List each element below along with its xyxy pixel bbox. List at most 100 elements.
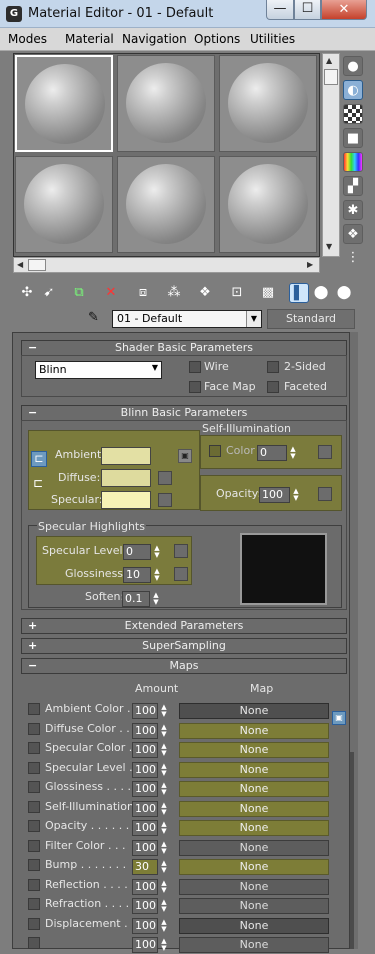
- map-enable-checkbox[interactable]: [28, 898, 40, 910]
- self-illum-spinner[interactable]: 0 ▲ ▼: [257, 445, 296, 461]
- map-enable-checkbox[interactable]: [28, 839, 40, 852]
- map-enable-checkbox[interactable]: [28, 781, 40, 793]
- menu-utilities[interactable]: Utilities: [250, 32, 295, 46]
- map-amount-spinner[interactable]: 100 ▲ ▼: [132, 937, 167, 953]
- spinner-arrows-icon[interactable]: ▲ ▼: [159, 860, 169, 874]
- spinner-arrows-icon[interactable]: ▲ ▼: [152, 568, 162, 582]
- scroll-thumb[interactable]: [28, 259, 46, 271]
- scroll-down-icon[interactable]: ▼: [326, 242, 332, 251]
- menu-options[interactable]: Options: [194, 32, 240, 46]
- map-amount-spinner[interactable]: 30 ▲ ▼: [132, 859, 167, 875]
- menu-navigation[interactable]: Navigation: [122, 32, 187, 46]
- map-amount-spinner[interactable]: 100 ▲ ▼: [132, 781, 167, 797]
- glossiness-map-button[interactable]: [174, 567, 188, 581]
- sample-slot[interactable]: [15, 55, 113, 152]
- rollout-shader-basic[interactable]: − Shader Basic Parameters: [21, 340, 347, 356]
- map-enable-checkbox[interactable]: [28, 761, 40, 774]
- expand-icon[interactable]: +: [28, 619, 37, 633]
- map-slot-button[interactable]: None: [179, 937, 329, 953]
- copy-material-icon[interactable]: ⧈: [133, 283, 153, 303]
- sample-type-icon[interactable]: ●: [343, 56, 363, 76]
- spinner-arrows-icon[interactable]: ▲ ▼: [159, 782, 169, 796]
- menu-material[interactable]: Material: [65, 32, 114, 46]
- spinner-arrows-icon[interactable]: ▲ ▼: [159, 938, 169, 952]
- scroll-thumb[interactable]: [324, 69, 338, 85]
- two-sided-checkbox[interactable]: [267, 361, 279, 373]
- map-slot-button[interactable]: None: [179, 898, 329, 914]
- map-slot-button[interactable]: None: [179, 839, 329, 856]
- diffuse-map-button[interactable]: [158, 471, 172, 485]
- panel-scrollbar[interactable]: [350, 332, 358, 949]
- map-enable-checkbox[interactable]: [28, 800, 40, 813]
- ambient-color-swatch[interactable]: [101, 447, 151, 465]
- map-enable-checkbox[interactable]: [28, 859, 40, 871]
- spinner-arrows-icon[interactable]: ▲ ▼: [159, 762, 169, 777]
- pick-material-eyedropper-icon[interactable]: ✎: [88, 310, 108, 328]
- material-type-button[interactable]: Standard: [267, 309, 355, 329]
- collapse-icon[interactable]: −: [28, 659, 37, 673]
- scroll-left-icon[interactable]: ◀: [17, 260, 23, 269]
- lock-ambient-diffuse-icon[interactable]: ⊏: [31, 451, 47, 467]
- lock-diffuse-specular-icon[interactable]: ⊏: [33, 476, 43, 490]
- map-amount-spinner[interactable]: 100 ▲ ▼: [132, 898, 167, 914]
- map-enable-checkbox[interactable]: [28, 820, 40, 832]
- material-name-field[interactable]: 01 - Default ▼: [112, 310, 262, 328]
- soften-spinner[interactable]: 0.1 ▲ ▼: [122, 591, 159, 607]
- shader-type-dropdown[interactable]: Blinn ▼: [35, 361, 162, 379]
- sample-slot[interactable]: [117, 156, 215, 253]
- spinner-arrows-icon[interactable]: ▲ ▼: [159, 743, 169, 757]
- chevron-down-icon[interactable]: ▼: [246, 311, 261, 327]
- lock-icon[interactable]: ▣: [178, 449, 192, 463]
- show-end-result-icon[interactable]: ▌: [289, 283, 309, 303]
- map-enable-checkbox[interactable]: [28, 917, 40, 930]
- map-amount-spinner[interactable]: 100 ▲ ▼: [132, 761, 167, 778]
- map-slot-button[interactable]: None: [179, 703, 329, 719]
- spinner-arrows-icon[interactable]: ▲ ▼: [288, 446, 298, 460]
- map-amount-spinner[interactable]: 100 ▲ ▼: [132, 878, 167, 895]
- map-amount-spinner[interactable]: 100 ▲ ▼: [132, 839, 167, 856]
- map-slot-button[interactable]: None: [179, 800, 329, 817]
- map-amount-spinner[interactable]: 100 ▲ ▼: [132, 917, 167, 934]
- sample-slot[interactable]: [219, 55, 317, 152]
- get-material-icon[interactable]: ✣: [17, 283, 37, 303]
- maximize-button[interactable]: ☐: [294, 0, 321, 20]
- map-enable-checkbox[interactable]: [28, 937, 40, 949]
- rollout-blinn-basic[interactable]: − Blinn Basic Parameters: [21, 405, 347, 421]
- map-slot-button[interactable]: None: [179, 820, 329, 836]
- map-enable-checkbox[interactable]: [28, 703, 40, 715]
- map-slot-button[interactable]: None: [179, 722, 329, 739]
- spinner-arrows-icon[interactable]: ▲ ▼: [159, 879, 169, 894]
- diffuse-color-swatch[interactable]: [101, 469, 151, 487]
- rollout-maps[interactable]: − Maps: [21, 658, 347, 674]
- sample-uv-tiling-icon[interactable]: ■: [343, 128, 363, 148]
- sample-slot[interactable]: [219, 156, 317, 253]
- slots-vertical-scrollbar[interactable]: ▲ ▼: [322, 53, 340, 257]
- faceted-checkbox[interactable]: [267, 381, 279, 393]
- specular-color-swatch[interactable]: [101, 491, 151, 509]
- specular-level-map-button[interactable]: [174, 544, 188, 558]
- map-slot-button[interactable]: None: [179, 917, 329, 934]
- sample-slot[interactable]: [117, 55, 215, 152]
- self-illum-map-button[interactable]: [318, 445, 332, 459]
- map-enable-checkbox[interactable]: [28, 878, 40, 891]
- scroll-right-icon[interactable]: ▶: [307, 260, 313, 269]
- face-map-checkbox[interactable]: [189, 381, 201, 393]
- show-map-in-viewport-icon[interactable]: ▩: [258, 283, 278, 303]
- glossiness-spinner[interactable]: 10 ▲ ▼: [123, 567, 160, 583]
- go-to-parent-icon[interactable]: ⬤: [311, 283, 331, 303]
- map-amount-spinner[interactable]: 100 ▲ ▼: [132, 722, 167, 739]
- spinner-arrows-icon[interactable]: ▲ ▼: [159, 704, 169, 718]
- scroll-up-icon[interactable]: ▲: [326, 56, 332, 65]
- material-id-channel-icon[interactable]: ⊡: [227, 283, 247, 303]
- spinner-arrows-icon[interactable]: ▲ ▼: [159, 801, 169, 816]
- sample-slot[interactable]: [15, 156, 113, 253]
- spinner-arrows-icon[interactable]: ▲ ▼: [159, 899, 169, 913]
- put-material-to-scene-icon[interactable]: ➹: [39, 283, 59, 303]
- map-enable-checkbox[interactable]: [28, 742, 40, 754]
- map-slot-button[interactable]: None: [179, 742, 329, 758]
- map-slot-button[interactable]: None: [179, 859, 329, 875]
- opacity-map-button[interactable]: [318, 487, 332, 501]
- map-amount-spinner[interactable]: 100 ▲ ▼: [132, 820, 167, 836]
- assign-material-to-selection-icon[interactable]: ⧉: [69, 283, 89, 303]
- collapse-icon[interactable]: −: [28, 406, 37, 420]
